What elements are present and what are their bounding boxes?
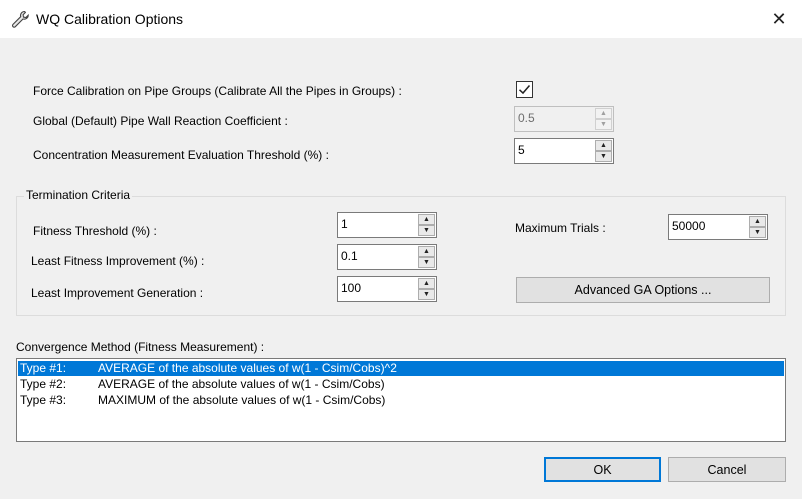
list-item-description: AVERAGE of the absolute values of w(1 - …: [98, 377, 385, 391]
cancel-button[interactable]: Cancel: [668, 457, 786, 482]
spin-down-icon[interactable]: ▼: [418, 257, 435, 268]
least-generation-label: Least Improvement Generation :: [31, 286, 204, 300]
least-generation-spinner[interactable]: 100 ▲ ▼: [337, 276, 437, 302]
ok-button-label: OK: [593, 462, 612, 477]
spin-down-icon[interactable]: ▼: [418, 225, 435, 236]
least-fitness-spinner[interactable]: 0.1 ▲ ▼: [337, 244, 437, 270]
spin-down-icon[interactable]: ▼: [595, 151, 612, 162]
max-trials-label: Maximum Trials :: [515, 221, 606, 235]
list-item[interactable]: Type #1: AVERAGE of the absolute values …: [18, 361, 784, 376]
least-fitness-value: 0.1: [341, 249, 358, 263]
spin-up-icon[interactable]: ▲: [595, 140, 612, 151]
least-generation-value: 100: [341, 281, 362, 295]
max-trials-spinner[interactable]: 50000 ▲ ▼: [668, 214, 768, 240]
spin-down-icon[interactable]: ▼: [418, 289, 435, 300]
force-calibration-label: Force Calibration on Pipe Groups (Calibr…: [33, 84, 402, 98]
title-bar: WQ Calibration Options ✕: [0, 0, 802, 38]
max-trials-value: 50000: [672, 219, 706, 233]
spin-down-icon[interactable]: ▼: [749, 227, 766, 238]
fitness-threshold-value: 1: [341, 217, 348, 231]
list-item[interactable]: Type #2: AVERAGE of the absolute values …: [18, 377, 784, 392]
convergence-method-label: Convergence Method (Fitness Measurement)…: [16, 340, 265, 354]
ok-button[interactable]: OK: [544, 457, 661, 482]
force-calibration-checkbox[interactable]: [516, 81, 533, 98]
convergence-method-list[interactable]: Type #1: AVERAGE of the absolute values …: [16, 358, 786, 442]
close-icon: ✕: [771, 8, 787, 29]
fitness-threshold-label: Fitness Threshold (%) :: [33, 224, 157, 238]
list-item-type: Type #2:: [20, 377, 67, 391]
spin-up-icon[interactable]: ▲: [418, 214, 435, 225]
window-title: WQ Calibration Options: [36, 11, 184, 27]
spin-down-icon[interactable]: ▼: [595, 119, 612, 130]
fitness-threshold-spinner[interactable]: 1 ▲ ▼: [337, 212, 437, 238]
list-item-type: Type #1:: [20, 361, 67, 375]
wall-coefficient-value: 0.5: [518, 111, 535, 125]
threshold-label: Concentration Measurement Evaluation Thr…: [33, 148, 329, 162]
spin-up-icon[interactable]: ▲: [418, 246, 435, 257]
spin-up-icon[interactable]: ▲: [749, 216, 766, 227]
cancel-button-label: Cancel: [707, 462, 747, 477]
threshold-value: 5: [518, 143, 525, 157]
wrench-icon: [12, 10, 29, 28]
close-button[interactable]: ✕: [756, 0, 802, 38]
list-item-description: AVERAGE of the absolute values of w(1 - …: [98, 361, 397, 375]
wall-coefficient-spinner[interactable]: 0.5 ▲ ▼: [514, 106, 614, 132]
termination-criteria-title: Termination Criteria: [24, 188, 133, 202]
checkmark-icon: [518, 85, 531, 95]
list-item-description: MAXIMUM of the absolute values of w(1 - …: [98, 393, 386, 407]
threshold-spinner[interactable]: 5 ▲ ▼: [514, 138, 614, 164]
wall-coefficient-label: Global (Default) Pipe Wall Reaction Coef…: [33, 114, 288, 128]
advanced-ga-options-button[interactable]: Advanced GA Options ...: [516, 277, 770, 303]
least-fitness-label: Least Fitness Improvement (%) :: [31, 254, 205, 268]
spin-up-icon[interactable]: ▲: [595, 108, 612, 119]
advanced-ga-options-label: Advanced GA Options ...: [574, 283, 712, 297]
list-item-type: Type #3:: [20, 393, 67, 407]
list-item[interactable]: Type #3: MAXIMUM of the absolute values …: [18, 393, 784, 408]
spin-up-icon[interactable]: ▲: [418, 278, 435, 289]
